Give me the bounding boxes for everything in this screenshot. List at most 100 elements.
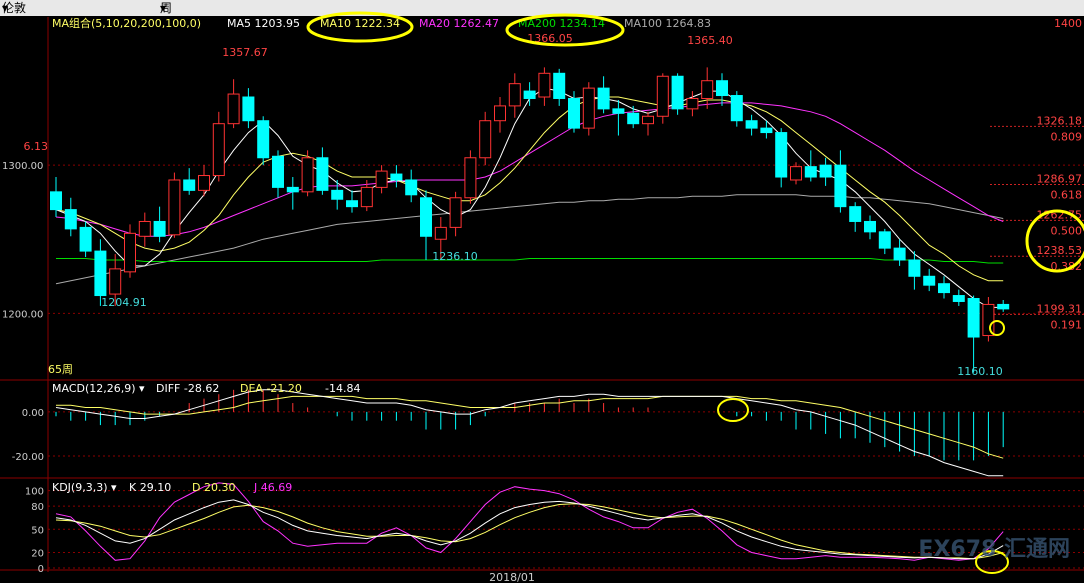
fib-ratio-label: 0.500 (1051, 224, 1083, 237)
candle-body[interactable] (508, 83, 521, 107)
candle-body[interactable] (257, 120, 270, 159)
candle-body[interactable] (346, 200, 358, 208)
candle-body[interactable] (997, 303, 1010, 310)
candle-body[interactable] (390, 173, 403, 181)
price-annotation: 6.13 (24, 140, 49, 153)
candle-body[interactable] (952, 295, 965, 302)
candle-body[interactable] (730, 95, 743, 122)
candle-body[interactable] (405, 179, 418, 196)
candle-body[interactable] (242, 96, 255, 122)
candle-body[interactable] (316, 157, 329, 191)
candle-body[interactable] (449, 197, 462, 228)
candle-body[interactable] (686, 97, 699, 110)
candle-body[interactable] (227, 93, 240, 125)
candle-body[interactable] (138, 220, 151, 237)
highlight-circle (717, 398, 749, 422)
candle-body[interactable] (568, 97, 580, 129)
candle-body[interactable] (701, 80, 714, 99)
candle-body[interactable] (878, 231, 891, 249)
kdj-j-line (55, 482, 1004, 561)
candle-body[interactable] (109, 268, 122, 295)
fib-price-label: 1326.18 (1037, 114, 1083, 127)
macd-label: MACD(12,26,9) ▾ (52, 382, 145, 395)
macd-diff-line (55, 389, 1004, 477)
candle-body[interactable] (523, 90, 536, 99)
candle-body[interactable] (597, 87, 610, 110)
kdj-label: KDJ(9,3,3) ▾ (52, 481, 117, 494)
candle-body[interactable] (301, 157, 314, 193)
kdj-tick-label: 50 (31, 525, 44, 536)
candle-body[interactable] (938, 283, 950, 294)
macd-tick-label: 0.00 (22, 408, 44, 419)
candle-body[interactable] (198, 175, 210, 191)
candle-body[interactable] (183, 179, 196, 191)
candle-body[interactable] (834, 164, 847, 208)
candle-body[interactable] (79, 226, 92, 252)
candle-body[interactable] (50, 191, 62, 211)
price-annotation: 1357.67 (222, 46, 268, 59)
macd-diff-value: DIFF -28.62 (156, 382, 219, 395)
stock-chart[interactable]: 1300.00 1200.00 1326.18 0.809 1286.97 0.618 12… (0, 0, 1084, 583)
price-annotation: 1365.40 (687, 34, 733, 47)
macd-tick-label: -20.00 (12, 452, 44, 463)
candle-body[interactable] (671, 75, 684, 110)
candle-body[interactable] (864, 220, 876, 233)
candle-body[interactable] (168, 179, 181, 236)
candle-body[interactable] (331, 189, 344, 200)
candle-body[interactable] (434, 226, 447, 240)
kdj-tick-label: 80 (31, 502, 44, 513)
candle-body[interactable] (124, 232, 136, 273)
bar-count-label: 65周 (48, 363, 73, 376)
candle-body[interactable] (64, 209, 77, 230)
candle-body[interactable] (642, 115, 654, 125)
candle-body[interactable] (790, 166, 802, 181)
kdj-j-value: J 46.69 (253, 481, 292, 494)
candle-body[interactable] (153, 220, 166, 237)
candle-body[interactable] (94, 250, 107, 297)
candle-body[interactable] (272, 155, 284, 188)
candle-body[interactable] (716, 80, 728, 97)
candle-body[interactable] (420, 197, 432, 237)
ma100-legend: MA100 1264.83 (624, 17, 711, 30)
candle-body[interactable] (464, 157, 477, 199)
watermark-logo: EX678 汇通网 (918, 537, 1070, 562)
candle-body[interactable] (760, 127, 773, 134)
candle-body[interactable] (804, 166, 817, 178)
fib-price-label: 1199.31 (1037, 302, 1083, 315)
kdj-tick-label: 20 (31, 549, 44, 560)
candle-body[interactable] (745, 120, 758, 129)
candle-body[interactable] (494, 105, 506, 122)
candle-body[interactable] (982, 303, 995, 337)
price-axis-top-label: 1400 (1054, 17, 1082, 30)
ma5-legend: MA5 1203.95 (227, 17, 300, 30)
candle-body[interactable] (923, 275, 936, 286)
candle-body[interactable] (612, 108, 625, 114)
kdj-k-value: K 29.10 (129, 481, 171, 494)
macd-value: -14.84 (325, 382, 360, 395)
candle-body[interactable] (627, 112, 640, 125)
fib-ratio-label: 0.809 (1051, 130, 1083, 143)
candle-body[interactable] (819, 164, 832, 178)
candle-body[interactable] (582, 87, 595, 129)
candle-body[interactable] (375, 170, 388, 188)
candle-body[interactable] (908, 259, 921, 277)
candle-body[interactable] (967, 298, 980, 338)
price-annotation: 1204.91 (101, 296, 147, 309)
kdj-tick-label: 0 (38, 564, 44, 575)
candle-body[interactable] (849, 206, 862, 222)
candle-body[interactable] (893, 247, 906, 261)
candle-body[interactable] (479, 120, 492, 159)
ma-group-label: MA组合(5,10,20,200,100,0) (52, 16, 201, 30)
candle-body[interactable] (538, 72, 551, 98)
kdj-d-value: D 20.30 (192, 481, 235, 494)
candle-body[interactable] (360, 186, 373, 208)
ma5-line (55, 87, 1004, 308)
candle-body[interactable] (286, 186, 299, 193)
fib-price-label: 1238.53 (1037, 244, 1083, 257)
candle-body[interactable] (656, 75, 669, 117)
candle-body[interactable] (553, 72, 566, 99)
kdj-d-line (55, 503, 1004, 560)
candle-body[interactable] (212, 123, 225, 177)
price-tick-label: 1300.00 (2, 161, 43, 172)
candle-body[interactable] (775, 132, 788, 178)
